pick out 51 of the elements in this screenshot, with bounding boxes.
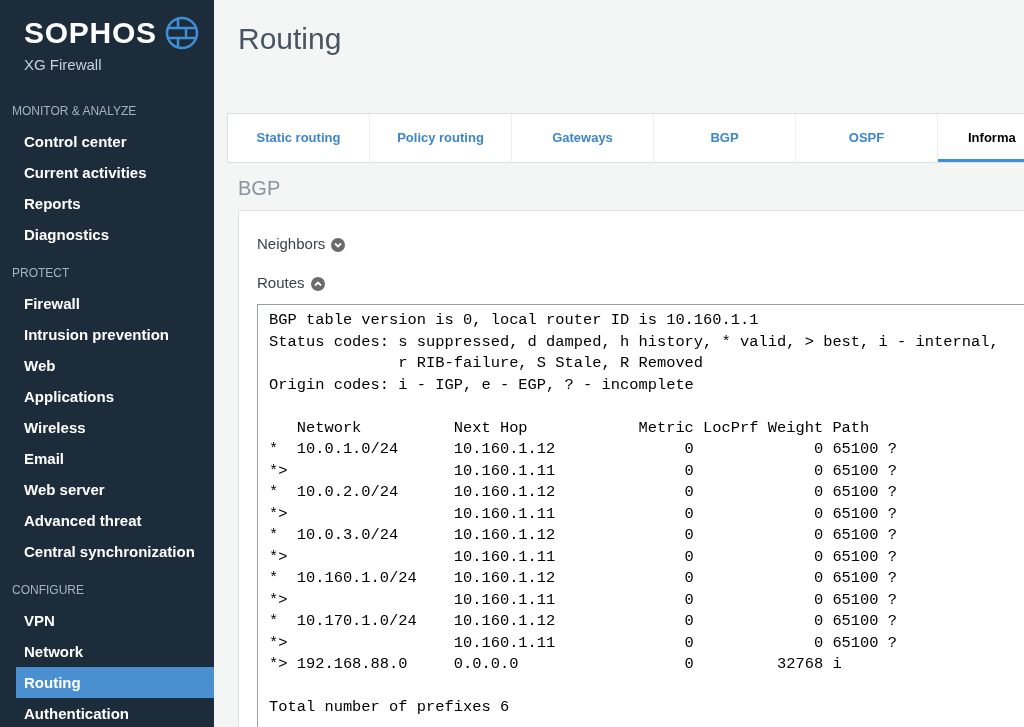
output-line: Network Next Hop Metric LocPrf Weight Path <box>295 417 870 439</box>
brand-logo-text: SOPHOS <box>24 17 157 49</box>
tab[interactable]: OSPF <box>796 114 938 162</box>
output-line: BGP table version is 0, local router ID is 10.160.1.1 <box>269 310 759 331</box>
output-line: *> 10.160.1.11 0 0 65100 ? <box>269 460 898 482</box>
tab[interactable]: Informa <box>938 114 1024 162</box>
nav-item[interactable]: Email <box>16 443 214 474</box>
tab[interactable]: Policy routing <box>370 114 512 162</box>
nav-item[interactable]: Reports <box>16 188 214 219</box>
output-line: * 10.0.1.0/24 10.160.1.12 0 0 65100 ? <box>269 439 898 460</box>
chevron-down-icon <box>331 237 346 252</box>
tab[interactable]: Static routing <box>228 114 370 162</box>
nav-item[interactable]: Web <box>16 350 214 381</box>
chevron-up-icon <box>310 276 325 291</box>
output-line: Status codes: s suppressed, d damped, h history, * valid, > best, i - internal, <box>269 331 999 353</box>
panel-toggle[interactable]: Neighbors <box>257 233 346 256</box>
output-line: *> 10.160.1.11 0 0 65100 ? <box>269 589 898 611</box>
panel-toggle[interactable]: Routes <box>257 272 325 295</box>
output-line: * 10.170.1.0/24 10.160.1.12 0 0 65100 ? <box>269 611 898 632</box>
nav-item[interactable]: Central synchronization <box>16 536 214 567</box>
output-line: Total number of prefixes 6 <box>269 697 510 718</box>
section-header: CONFIGURE <box>11 582 85 599</box>
section-header: PROTECT <box>11 265 71 282</box>
tab[interactable]: BGP <box>654 114 796 162</box>
section-header: MONITOR & ANALYZE <box>11 103 138 120</box>
product-name: XG Firewall <box>24 55 103 75</box>
page-title: Routing <box>237 21 343 57</box>
nav-item[interactable]: Diagnostics <box>16 219 214 250</box>
output-line: * 10.160.1.0/24 10.160.1.12 0 0 65100 ? <box>269 568 898 589</box>
output-line: * 10.0.3.0/24 10.160.1.12 0 0 65100 ? <box>269 525 898 546</box>
output-line: Origin codes: i - IGP, e - EGP, ? - incomplete <box>269 374 694 396</box>
nav-item[interactable]: Authentication <box>16 698 214 727</box>
output-line: *> 10.160.1.11 0 0 65100 ? <box>269 503 898 525</box>
output-line: r RIB-failure, S Stale, R Removed <box>397 353 704 374</box>
nav-item[interactable]: Intrusion prevention <box>16 319 214 350</box>
nav-item[interactable]: Firewall <box>16 288 214 319</box>
brick-wall-logo-icon <box>164 16 199 50</box>
output-line: *> 192.168.88.0 0.0.0.0 0 32768 i <box>269 654 842 675</box>
nav-item[interactable]: Control center <box>16 126 214 157</box>
output-line: *> 10.160.1.11 0 0 65100 ? <box>269 546 898 568</box>
nav-item[interactable]: VPN <box>16 605 214 636</box>
nav-item[interactable]: Applications <box>16 381 214 412</box>
section-title: BGP <box>237 176 282 201</box>
nav-item[interactable]: Advanced threat <box>16 505 214 536</box>
nav-item[interactable]: Wireless <box>16 412 214 443</box>
output-line: *> 10.160.1.11 0 0 65100 ? <box>269 632 898 654</box>
nav-item[interactable]: Current activities <box>16 157 214 188</box>
tab[interactable]: Gateways <box>512 114 654 162</box>
nav-item[interactable]: Web server <box>16 474 214 505</box>
output-line: * 10.0.2.0/24 10.160.1.12 0 0 65100 ? <box>269 482 898 503</box>
nav-item[interactable]: Network <box>16 636 214 667</box>
